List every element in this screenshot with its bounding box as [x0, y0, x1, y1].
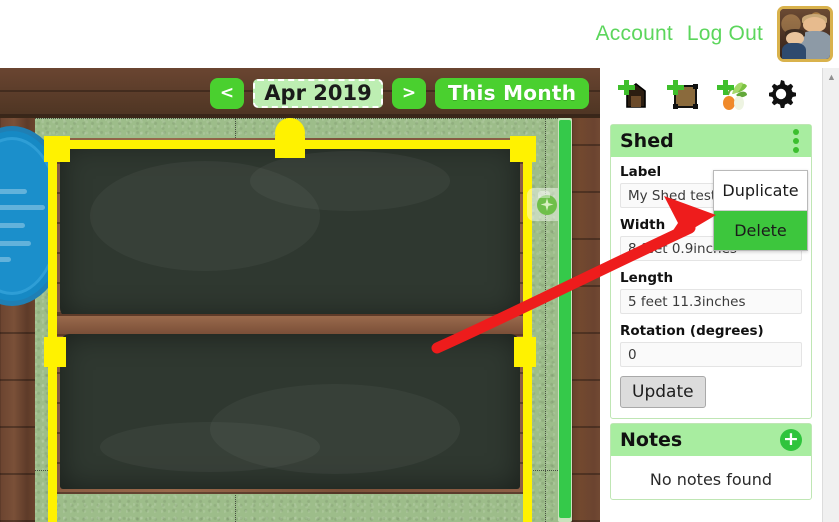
- app-root: Account Log Out < Apr 2019 > This Month …: [0, 0, 839, 522]
- object-context-menu: Duplicate Delete: [713, 170, 808, 251]
- next-month-button[interactable]: >: [392, 77, 426, 109]
- object-card-header: Shed: [611, 125, 811, 157]
- length-field-input[interactable]: 5 feet 11.3inches: [620, 289, 802, 314]
- logout-link[interactable]: Log Out: [687, 22, 763, 46]
- add-bed-icon[interactable]: [664, 77, 698, 111]
- shed-roof-bottom: [60, 334, 520, 489]
- shed-object[interactable]: [50, 138, 530, 494]
- duplicate-menu-item[interactable]: Duplicate: [714, 171, 807, 210]
- notes-empty-message: No notes found: [649, 470, 773, 489]
- add-plant-icon[interactable]: [714, 77, 748, 111]
- rotation-field-label: Rotation (degrees): [620, 323, 764, 339]
- pond-ripple: [0, 205, 45, 210]
- object-properties-card: Shed Label My Shed test Width 8 feet 0.9…: [610, 124, 812, 419]
- settings-gear-icon[interactable]: [764, 77, 798, 111]
- scroll-up-arrow-icon[interactable]: ▲: [823, 68, 839, 85]
- shed-ridge-beam: [56, 314, 524, 336]
- pond-ripple: [0, 223, 25, 228]
- roof-highlight: [250, 151, 450, 211]
- kebab-dot: [793, 147, 799, 153]
- camera-top-bump: [538, 191, 550, 198]
- rotation-field-input[interactable]: 0: [620, 342, 802, 367]
- add-shed-icon[interactable]: [614, 77, 648, 111]
- window-scrollbar[interactable]: ▲: [822, 68, 839, 522]
- delete-menu-item[interactable]: Delete: [714, 211, 807, 250]
- roof-highlight: [100, 422, 320, 472]
- pond-ripple: [0, 241, 31, 246]
- top-header: Account Log Out: [0, 0, 839, 68]
- account-link[interactable]: Account: [596, 22, 673, 46]
- kebab-dot: [793, 138, 799, 144]
- add-note-icon[interactable]: +: [780, 429, 802, 451]
- canvas-scrollbar-thumb[interactable]: [559, 120, 571, 518]
- object-card-title: Shed: [620, 130, 674, 152]
- compass-star: [540, 198, 554, 211]
- object-menu-kebab-icon[interactable]: [790, 126, 802, 156]
- update-button[interactable]: Update: [620, 376, 706, 408]
- avatar-child-body: [782, 43, 806, 59]
- notes-card: Notes + No notes found: [610, 423, 812, 500]
- avatar-adult-face: [803, 17, 826, 32]
- side-panel: Shed Label My Shed test Width 8 feet 0.9…: [600, 68, 822, 522]
- this-month-button[interactable]: This Month: [435, 77, 590, 109]
- notes-title: Notes: [620, 429, 683, 451]
- avatar[interactable]: [777, 6, 833, 62]
- pond-ripple: [0, 257, 11, 262]
- canvas-scrollbar[interactable]: [558, 118, 572, 522]
- shed-roof-top: [60, 143, 520, 318]
- notes-card-header: Notes +: [611, 424, 811, 456]
- month-nav-bar: < Apr 2019 > This Month: [0, 68, 600, 118]
- kebab-dot: [793, 129, 799, 135]
- garden-canvas[interactable]: < Apr 2019 > This Month: [0, 68, 600, 522]
- panel-toolbar: [600, 68, 822, 120]
- month-display[interactable]: Apr 2019: [253, 78, 383, 108]
- pond-ripple: [0, 189, 27, 194]
- previous-month-button[interactable]: <: [210, 77, 244, 109]
- length-field-label: Length: [620, 270, 674, 286]
